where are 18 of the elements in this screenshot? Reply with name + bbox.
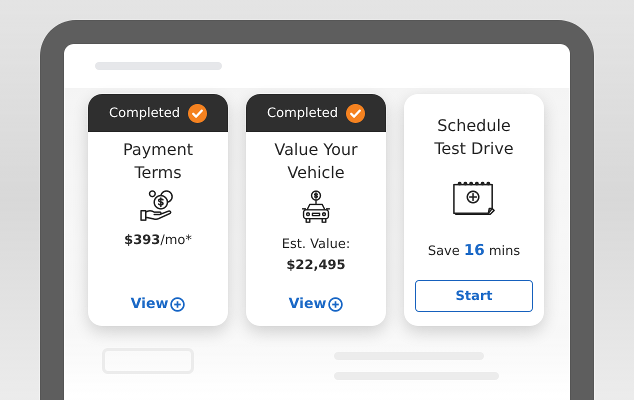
check-icon	[188, 104, 207, 122]
card-title: Payment Terms	[122, 139, 194, 184]
plus-circle-icon	[170, 296, 186, 312]
start-button[interactable]: Start	[415, 280, 533, 312]
plus-circle-icon	[328, 296, 344, 312]
status-label: Completed	[109, 106, 180, 120]
view-link[interactable]: View	[130, 296, 186, 312]
card-detail: Est. Value:	[282, 236, 350, 254]
check-icon	[346, 104, 365, 122]
card-title: Value Your Vehicle	[273, 139, 359, 184]
card-detail: $22,495	[285, 257, 347, 275]
status-label: Completed	[267, 106, 338, 120]
card-title: Schedule Test Drive	[433, 115, 515, 160]
car-dollar-icon	[300, 190, 332, 226]
view-link[interactable]: View	[288, 296, 344, 312]
card-detail: $393/mo*	[124, 232, 192, 250]
calendar-plus-icon	[452, 180, 496, 216]
card-detail: Save 16 mins	[428, 240, 520, 261]
